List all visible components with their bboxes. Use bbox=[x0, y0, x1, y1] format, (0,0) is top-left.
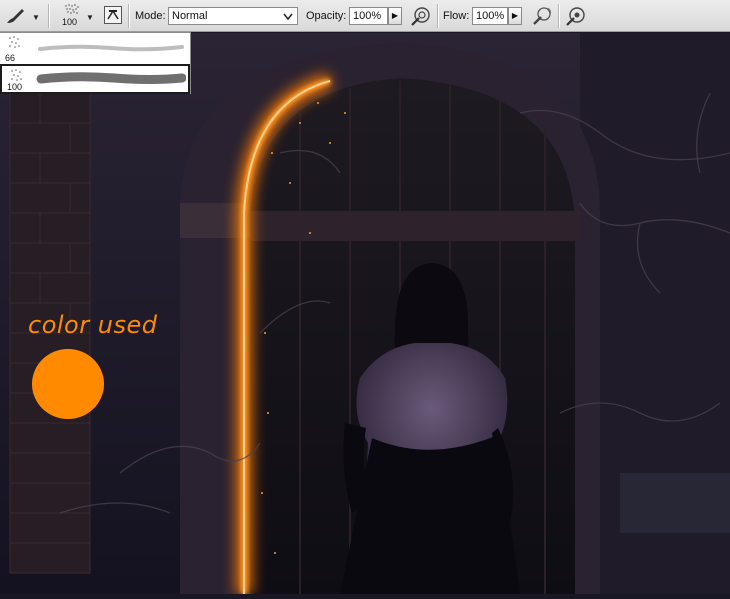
brush-preset-picker[interactable]: 100 ▼ bbox=[56, 2, 96, 30]
opacity-input[interactable]: 100% bbox=[349, 7, 388, 25]
brush-tool-preset-button[interactable] bbox=[4, 5, 26, 27]
toggle-brush-panel-button[interactable] bbox=[104, 6, 122, 24]
opacity-slider-button[interactable]: ▶ bbox=[388, 7, 402, 25]
color-used-annotation: color used bbox=[28, 311, 158, 339]
opacity-value: 100% bbox=[353, 10, 382, 22]
flow-slider-button[interactable]: ▶ bbox=[508, 7, 522, 25]
brush-stroke-preview bbox=[36, 72, 186, 84]
brush-preset-item-selected[interactable]: 100 bbox=[0, 64, 190, 94]
mode-select[interactable]: Normal bbox=[168, 7, 298, 25]
mode-label: Mode: bbox=[135, 10, 166, 22]
mode-value: Normal bbox=[172, 10, 208, 22]
separator bbox=[128, 4, 129, 28]
brush-preset-panel: 66 100 bbox=[0, 32, 191, 94]
brush-icon bbox=[7, 9, 24, 23]
airbrush-button[interactable] bbox=[531, 5, 553, 27]
color-swatch bbox=[32, 349, 104, 419]
brush-tip-icon bbox=[9, 36, 20, 48]
chevron-down-icon bbox=[283, 13, 293, 21]
airbrush-icon bbox=[533, 7, 552, 25]
toggle-brush-panel-icon bbox=[107, 9, 119, 20]
document-canvas[interactable]: color used bbox=[0, 33, 730, 594]
brush-stroke-preview bbox=[38, 44, 184, 52]
pressure-opacity-icon bbox=[411, 7, 430, 26]
flow-label: Flow: bbox=[443, 10, 470, 22]
stone-block bbox=[620, 473, 730, 533]
separator bbox=[437, 4, 438, 28]
door-crossbeam bbox=[250, 211, 580, 241]
separator bbox=[558, 4, 559, 28]
pressure-opacity-button[interactable] bbox=[410, 5, 432, 27]
pressure-size-button[interactable] bbox=[565, 5, 587, 27]
brush-preset-thumb-icon bbox=[65, 4, 79, 14]
brush-tip-icon bbox=[11, 69, 22, 81]
flow-input[interactable]: 100% bbox=[472, 7, 508, 25]
separator bbox=[48, 4, 49, 28]
brush-preset-item[interactable]: 66 bbox=[0, 33, 190, 64]
chevron-down-icon[interactable]: ▼ bbox=[32, 13, 40, 22]
chevron-down-icon: ▼ bbox=[86, 13, 94, 22]
pressure-size-icon bbox=[566, 7, 585, 26]
flow-value: 100% bbox=[476, 10, 505, 22]
brush-size-label: 66 bbox=[5, 53, 16, 63]
opacity-label: Opacity: bbox=[306, 10, 347, 22]
options-bar: ▼ 100 ▼ Mode: Normal Opacity: 100% ▶ Flo… bbox=[0, 0, 730, 32]
brush-size-label: 100 bbox=[7, 82, 23, 92]
brush-size-label: 100 bbox=[62, 17, 78, 27]
